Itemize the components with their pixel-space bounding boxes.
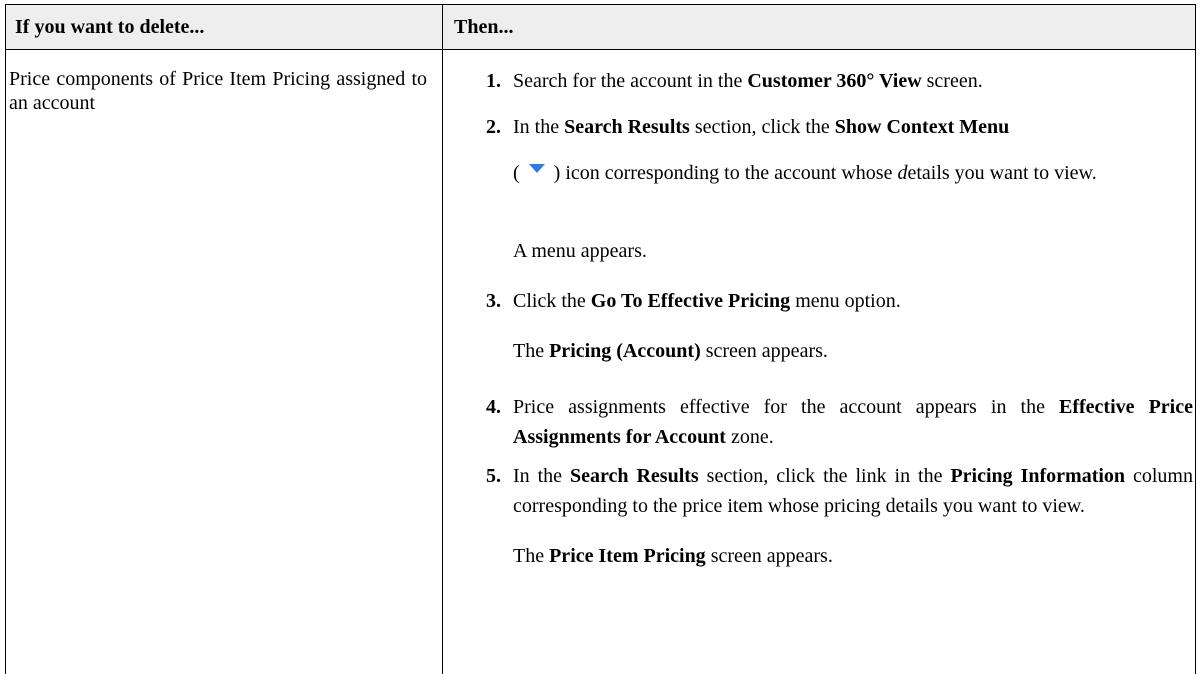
step-text: In the Search Results section, click the…	[513, 465, 1193, 517]
step-number: 1.	[486, 70, 501, 92]
step-number: 3.	[486, 290, 501, 312]
step-text: Price assignments effective for the acco…	[513, 396, 1193, 448]
header-left: If you want to delete...	[15, 16, 205, 38]
column-divider	[442, 5, 443, 674]
header-right: Then...	[454, 16, 514, 38]
step-text: Click the Go To Effective Pricing menu o…	[513, 290, 901, 312]
step-text: Search for the account in the Customer 3…	[513, 70, 983, 92]
table-header: If you want to delete... Then...	[6, 5, 1195, 50]
step-number: 5.	[486, 465, 501, 487]
step-text: In the Search Results section, click the…	[513, 116, 1010, 138]
step-note: The Price Item Pricing screen appears.	[513, 545, 833, 567]
chevron-down-icon	[528, 164, 545, 173]
step-number: 2.	[486, 116, 501, 138]
step-note: ( ) icon corresponding to the account wh…	[513, 162, 1097, 184]
left-cell-text: Price components of Price Item Pricing a…	[9, 68, 427, 114]
step-note: A menu appears.	[513, 240, 647, 262]
step-number: 4.	[486, 396, 501, 418]
step-note: The Pricing (Account) screen appears.	[513, 340, 828, 362]
